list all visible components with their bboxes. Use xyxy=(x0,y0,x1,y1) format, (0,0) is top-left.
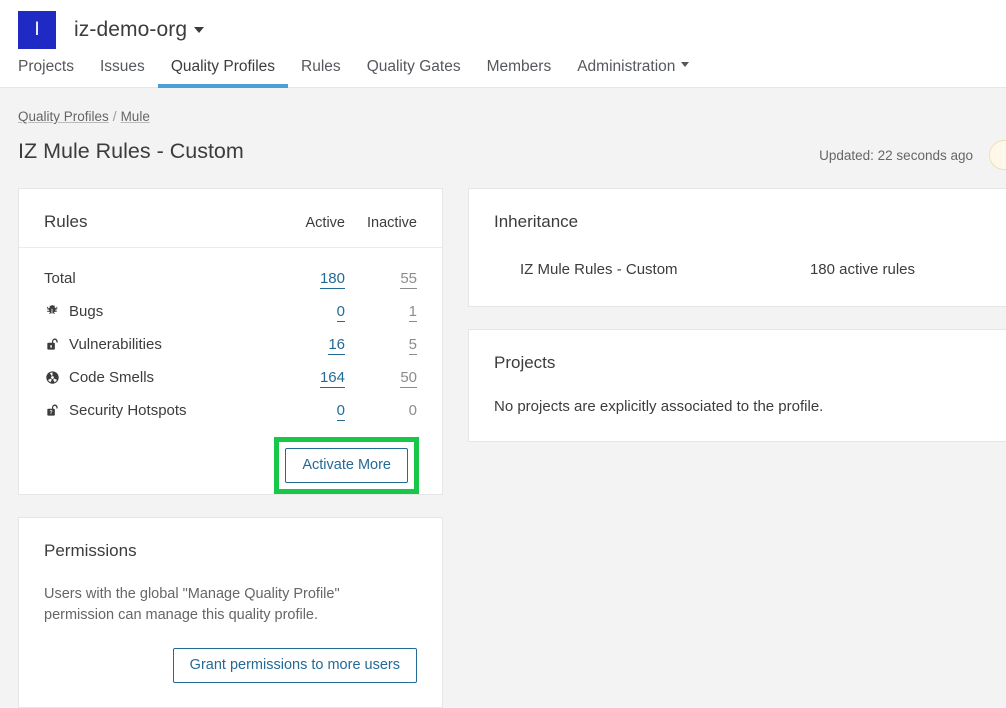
left-column: Rules Active Inactive Total 180 55 Bugs … xyxy=(18,188,443,708)
inheritance-row: IZ Mule Rules - Custom 180 active rules xyxy=(494,261,1005,278)
rules-row-bugs-inactive[interactable]: 1 xyxy=(345,303,417,322)
rules-column-header-inactive: Inactive xyxy=(367,215,417,231)
inheritance-active-rules: 180 active rules xyxy=(809,261,915,278)
rules-card-title: Rules xyxy=(44,212,88,231)
rules-row-total: Total 180 55 xyxy=(44,262,417,295)
projects-empty-message: No projects are explicitly associated to… xyxy=(494,398,824,415)
bug-icon xyxy=(44,304,60,320)
rules-column-header-active: Active xyxy=(305,215,346,231)
rules-row-code-smells-active[interactable]: 164 xyxy=(273,369,345,388)
rules-row-vulnerabilities: Vulnerabilities 16 5 xyxy=(44,328,417,361)
rules-row-bugs-active[interactable]: 0 xyxy=(273,303,345,322)
rules-row-bugs: Bugs 0 1 xyxy=(44,295,417,328)
open-padlock-icon xyxy=(44,337,60,353)
projects-card-title: Projects xyxy=(494,353,556,372)
chevron-down-icon xyxy=(194,26,205,33)
profile-actions-button[interactable] xyxy=(989,140,1006,170)
rules-row-code-smells-active-value: 164 xyxy=(319,369,345,388)
right-column: Inheritance IZ Mule Rules - Custom 180 a… xyxy=(468,188,1006,442)
nav-tab-rules-label: Rules xyxy=(301,58,341,75)
app-header: I iz-demo-org Projects Issues Quality Pr… xyxy=(0,0,1006,88)
rules-row-security-hotspots-active-value: 0 xyxy=(336,402,345,421)
rules-row-total-active[interactable]: 180 xyxy=(273,270,345,289)
rules-row-vulnerabilities-inactive-value: 5 xyxy=(408,336,417,355)
nav-tab-members-label: Members xyxy=(486,58,552,75)
rules-row-code-smells: Code Smells 164 50 xyxy=(44,361,417,394)
rules-row-security-hotspots: ? Security Hotspots 0 0 xyxy=(44,394,417,427)
nav-tab-members[interactable]: Members xyxy=(474,57,565,88)
page-title-meta: Updated: 22 seconds ago xyxy=(819,140,1006,170)
organization-selector[interactable]: iz-demo-org xyxy=(56,18,205,42)
organization-row: I iz-demo-org xyxy=(0,0,1006,52)
inheritance-card-title: Inheritance xyxy=(494,212,579,231)
rules-row-security-hotspots-label: ? Security Hotspots xyxy=(44,402,273,419)
nav-tab-projects-label: Projects xyxy=(18,58,74,75)
nav-tab-administration[interactable]: Administration xyxy=(564,57,702,88)
page-title: IZ Mule Rules - Custom xyxy=(18,139,244,163)
content-columns: Rules Active Inactive Total 180 55 Bugs … xyxy=(18,188,1006,708)
permissions-button-area: Grant permissions to more users xyxy=(44,648,417,683)
inheritance-card: Inheritance IZ Mule Rules - Custom 180 a… xyxy=(468,188,1006,307)
rules-row-code-smells-inactive[interactable]: 50 xyxy=(345,369,417,388)
rules-row-security-hotspots-active[interactable]: 0 xyxy=(273,402,345,421)
rules-row-total-active-value: 180 xyxy=(319,270,345,289)
inheritance-profile-name: IZ Mule Rules - Custom xyxy=(520,261,678,278)
permissions-card-title: Permissions xyxy=(44,541,137,560)
nav-tab-quality-profiles-label: Quality Profiles xyxy=(170,58,276,75)
activate-more-button[interactable]: Activate More xyxy=(285,448,408,483)
nav-tab-projects[interactable]: Projects xyxy=(18,57,87,88)
breadcrumb-link-quality-profiles[interactable]: Quality Profiles xyxy=(18,109,109,124)
organization-logo: I xyxy=(18,11,56,49)
rules-row-code-smells-label: Code Smells xyxy=(44,369,273,386)
permissions-description: Users with the global "Manage Quality Pr… xyxy=(44,586,340,623)
grant-permissions-button[interactable]: Grant permissions to more users xyxy=(172,648,417,683)
activate-more-area: Activate More xyxy=(19,427,442,494)
rules-row-total-inactive[interactable]: 55 xyxy=(345,270,417,289)
organization-name: iz-demo-org xyxy=(74,18,188,41)
rules-row-code-smells-inactive-value: 50 xyxy=(400,369,417,388)
rules-row-vulnerabilities-inactive[interactable]: 5 xyxy=(345,336,417,355)
rules-card-header: Rules Active Inactive xyxy=(19,189,442,248)
nav-tab-quality-gates-label: Quality Gates xyxy=(366,58,461,75)
nav-tab-quality-profiles[interactable]: Quality Profiles xyxy=(157,57,289,88)
rules-row-bugs-active-value: 0 xyxy=(336,303,345,322)
rules-row-total-inactive-value: 55 xyxy=(400,270,417,289)
rules-row-bugs-inactive-value: 1 xyxy=(408,303,417,322)
activate-more-highlight: Activate More xyxy=(274,437,419,494)
security-hotspot-icon: ? xyxy=(44,403,60,419)
main-navigation: Projects Issues Quality Profiles Rules Q… xyxy=(0,52,1006,88)
nav-tab-rules[interactable]: Rules xyxy=(288,57,354,88)
rules-row-bugs-text: Bugs xyxy=(69,303,104,320)
permissions-card: Permissions Users with the global "Manag… xyxy=(18,517,443,708)
rules-row-bugs-label: Bugs xyxy=(44,303,273,320)
breadcrumb: Quality Profiles / Mule xyxy=(18,88,1006,126)
page-body: Quality Profiles / Mule IZ Mule Rules - Cu… xyxy=(0,88,1006,708)
rules-row-total-text: Total xyxy=(44,270,76,287)
breadcrumb-link-mule[interactable]: Mule xyxy=(121,109,150,124)
page-title-row: IZ Mule Rules - Custom Updated: 22 secon… xyxy=(18,138,1006,170)
updated-timestamp: Updated: 22 seconds ago xyxy=(819,147,973,163)
rules-table: Total 180 55 Bugs 0 1 Vulnerabilities 16… xyxy=(19,248,442,427)
chevron-down-icon xyxy=(681,62,690,68)
rules-row-vulnerabilities-text: Vulnerabilities xyxy=(69,336,162,353)
rules-row-total-label: Total xyxy=(44,270,273,287)
svg-text:?: ? xyxy=(49,410,52,416)
projects-card: Projects No projects are explicitly asso… xyxy=(468,329,1006,442)
nav-tab-quality-gates[interactable]: Quality Gates xyxy=(354,57,474,88)
rules-row-vulnerabilities-label: Vulnerabilities xyxy=(44,336,273,353)
nav-tab-administration-label: Administration xyxy=(577,58,676,75)
rules-row-security-hotspots-text: Security Hotspots xyxy=(69,402,187,419)
rules-card: Rules Active Inactive Total 180 55 Bugs … xyxy=(18,188,443,495)
nav-tab-issues[interactable]: Issues xyxy=(87,57,158,88)
rules-row-vulnerabilities-active-value: 16 xyxy=(328,336,345,355)
rules-row-security-hotspots-inactive-value: 0 xyxy=(408,402,417,419)
code-smell-icon xyxy=(44,370,60,386)
rules-row-vulnerabilities-active[interactable]: 16 xyxy=(273,336,345,355)
rules-row-security-hotspots-inactive: 0 xyxy=(345,402,417,419)
rules-row-code-smells-text: Code Smells xyxy=(69,369,155,386)
nav-tab-issues-label: Issues xyxy=(100,58,145,75)
breadcrumb-separator: / xyxy=(112,109,117,124)
